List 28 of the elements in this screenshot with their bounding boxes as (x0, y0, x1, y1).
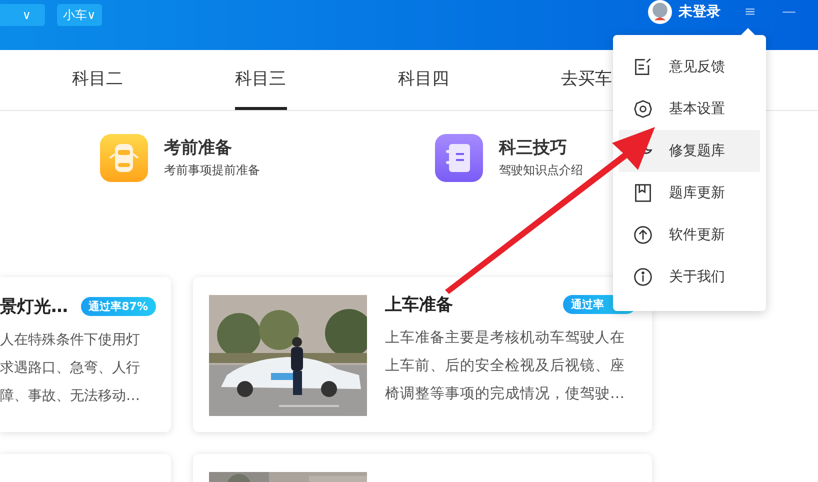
menu-item[interactable]: 基本设置 (619, 88, 760, 130)
avatar-icon[interactable] (648, 0, 672, 24)
feature-subtitle: 考前事项提前准备 (164, 162, 260, 179)
description-line: 障、事故、无法移动… (0, 387, 141, 406)
menu-item[interactable]: 意见反馈 (619, 46, 760, 88)
upload-icon (633, 225, 653, 245)
feature-title: 科三技巧 (499, 137, 568, 160)
description-line: 人在特殊条件下使用灯 (0, 331, 141, 350)
tab[interactable]: 科目二 (16, 50, 179, 110)
lesson-card[interactable]: 景灯光… 通过率87% 人在特殊条件下使用灯 求遇路口、急弯、人行 障、事故、无法移动… (0, 277, 171, 432)
book-icon (633, 183, 653, 203)
settings-icon (633, 99, 653, 119)
tab[interactable]: 科目四 (342, 50, 505, 110)
edit-icon (633, 57, 653, 77)
lesson-title: 上车准备 (385, 294, 453, 316)
feature-title: 考前准备 (164, 137, 233, 160)
description-line: 求遇路口、急弯、人行 (0, 359, 141, 378)
car-icon[interactable] (100, 134, 148, 182)
pass-rate-badge: 通过率87% (80, 297, 156, 316)
feature-subtitle: 驾驶知识点介绍 (499, 162, 583, 179)
lesson-description: 上车准备主要是考核机动车驾驶人在上车前、后的安全检视及后视镜、座椅调整等事项的完成情况，使驾驶… (385, 328, 626, 404)
login-status[interactable]: 未登录 (678, 3, 720, 21)
menu-item[interactable]: 软件更新 (619, 214, 760, 256)
menu-item[interactable]: 题库更新 (619, 172, 760, 214)
lesson-title: 景灯光… (0, 296, 68, 318)
notebook-icon[interactable] (435, 134, 483, 182)
lesson-card[interactable]: 上车准备 通过率 上车准备主要是考核机动车驾驶人在上车前、后的安全检视及后视镜、座椅调整等事项的完成情况，使驾驶… (193, 277, 652, 432)
info-icon (633, 267, 653, 287)
